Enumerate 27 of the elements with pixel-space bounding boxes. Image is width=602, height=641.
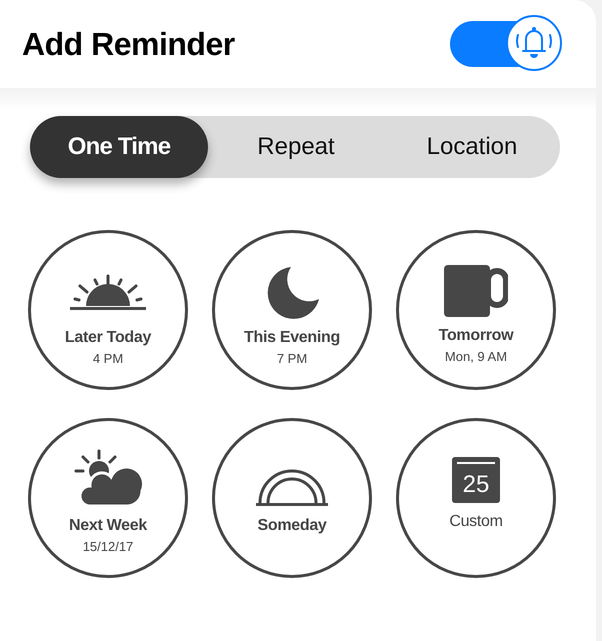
option-label: Next Week	[69, 517, 147, 535]
moon-icon	[265, 265, 319, 319]
option-label: Tomorrow	[438, 327, 514, 345]
option-label: Custom	[449, 513, 503, 531]
mug-icon	[444, 265, 508, 317]
reminder-option[interactable]: Next Week 15/12/17	[28, 418, 188, 578]
option-time: 15/12/17	[82, 539, 134, 554]
option-time: 7 PM	[276, 351, 308, 366]
reminder-option[interactable]: 25 Custom	[396, 418, 556, 578]
rainbow-icon	[256, 469, 328, 507]
option-label: This Evening	[244, 329, 340, 347]
tab[interactable]: Repeat	[208, 116, 384, 178]
tab[interactable]: One Time	[30, 116, 208, 178]
option-time: Mon, 9 AM	[444, 349, 508, 364]
screen-title: Add Reminder	[22, 26, 235, 62]
reminder-option[interactable]: Tomorrow Mon, 9 AM	[396, 230, 556, 390]
reminder-option[interactable]: This Evening 7 PM	[212, 230, 372, 390]
alert-toggle[interactable]	[450, 15, 562, 73]
option-label: Later Today	[64, 329, 152, 347]
calendar-icon: 25	[452, 457, 500, 503]
reminder-option[interactable]: Someday	[212, 418, 372, 578]
sun-cloud-icon	[74, 449, 142, 507]
option-label: Someday	[257, 517, 327, 535]
reminder-option[interactable]: Later Today 4 PM	[28, 230, 188, 390]
option-time: 4 PM	[92, 351, 124, 366]
bell-icon	[514, 25, 554, 61]
tab[interactable]: Location	[384, 116, 560, 178]
